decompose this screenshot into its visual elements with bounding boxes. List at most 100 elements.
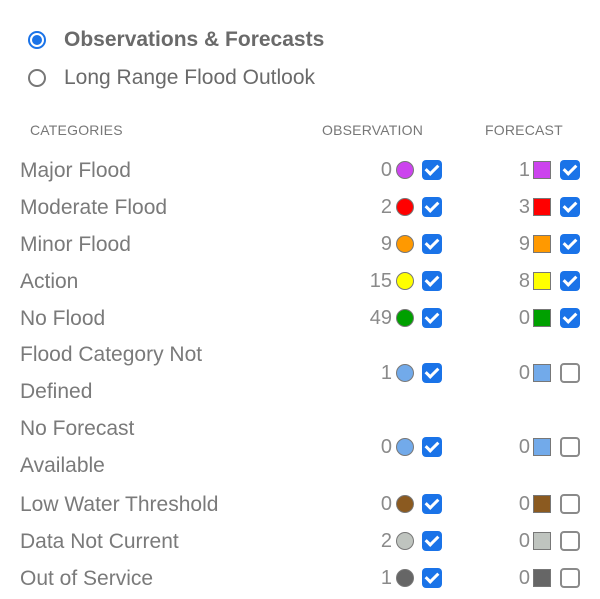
category-label: Minor Flood [20, 233, 131, 256]
category-label: Moderate Flood [20, 196, 168, 219]
forecast-count: 0 [518, 566, 530, 589]
observation-marker-icon [396, 569, 414, 587]
observation-marker-icon [396, 532, 414, 550]
forecast-count: 1 [518, 158, 530, 181]
forecast-cell: 8 [500, 269, 580, 293]
forecast-checkbox[interactable] [560, 531, 580, 551]
forecast-marker-icon [533, 438, 551, 456]
forecast-count: 0 [518, 361, 530, 384]
category-label: No Flood [20, 307, 106, 330]
forecast-cell: 0 [500, 361, 580, 385]
forecast-marker-icon [533, 532, 551, 550]
forecast-marker-icon [533, 198, 551, 216]
category-label: No Forecast [20, 417, 135, 440]
observation-cell: 0 [352, 158, 442, 182]
observation-marker-icon [396, 438, 414, 456]
observation-count: 0 [380, 158, 392, 181]
observation-count: 1 [380, 566, 392, 589]
observation-checkbox[interactable] [422, 271, 442, 291]
forecast-marker-icon [533, 272, 551, 290]
forecast-cell: 0 [500, 306, 580, 330]
forecast-count: 9 [518, 232, 530, 255]
category-label: Low Water Threshold [20, 493, 219, 516]
forecast-checkbox[interactable] [560, 494, 580, 514]
mode-label: Observations & Forecasts [64, 28, 325, 51]
observation-count: 2 [380, 195, 392, 218]
observation-marker-icon [396, 495, 414, 513]
observation-cell: 2 [352, 529, 442, 553]
forecast-count: 0 [518, 435, 530, 458]
observation-checkbox[interactable] [422, 308, 442, 328]
category-label: Defined [20, 380, 93, 403]
mode-option-long-range[interactable]: Long Range Flood Outlook [28, 66, 315, 90]
observation-cell: 15 [352, 269, 442, 293]
observation-marker-icon [396, 235, 414, 253]
forecast-count: 0 [518, 306, 530, 329]
category-label: Out of Service [20, 567, 154, 590]
observation-count: 49 [369, 306, 392, 329]
radio-button-selected[interactable] [28, 31, 46, 49]
forecast-cell: 0 [500, 435, 580, 459]
category-label: Action [20, 270, 79, 293]
forecast-count: 0 [518, 529, 530, 552]
observation-checkbox[interactable] [422, 531, 442, 551]
observation-cell: 0 [352, 435, 442, 459]
observation-count: 2 [380, 529, 392, 552]
forecast-count: 8 [518, 269, 530, 292]
observation-checkbox[interactable] [422, 234, 442, 254]
observation-count: 9 [380, 232, 392, 255]
forecast-checkbox[interactable] [560, 308, 580, 328]
observation-cell: 1 [352, 566, 442, 590]
observation-marker-icon [396, 198, 414, 216]
forecast-marker-icon [533, 235, 551, 253]
forecast-marker-icon [533, 364, 551, 382]
forecast-marker-icon [533, 161, 551, 179]
mode-label: Long Range Flood Outlook [64, 66, 316, 89]
forecast-cell: 1 [500, 158, 580, 182]
forecast-checkbox[interactable] [560, 160, 580, 180]
category-label: Available [20, 454, 105, 477]
observation-checkbox[interactable] [422, 568, 442, 588]
observation-cell: 0 [352, 492, 442, 516]
observation-count: 0 [380, 492, 392, 515]
observation-header: OBSERVATION [322, 122, 423, 138]
observation-marker-icon [396, 364, 414, 382]
forecast-cell: 0 [500, 492, 580, 516]
forecast-marker-icon [533, 569, 551, 587]
forecast-checkbox[interactable] [560, 437, 580, 457]
observation-cell: 9 [352, 232, 442, 256]
forecast-count: 0 [518, 492, 530, 515]
forecast-checkbox[interactable] [560, 234, 580, 254]
categories-header: CATEGORIES [30, 122, 123, 138]
forecast-marker-icon [533, 309, 551, 327]
category-label: Data Not Current [20, 530, 179, 553]
observation-checkbox[interactable] [422, 363, 442, 383]
forecast-checkbox[interactable] [560, 568, 580, 588]
category-label: Flood Category Not [20, 343, 203, 366]
observation-count: 0 [380, 435, 392, 458]
mode-option-observations[interactable]: Observations & Forecasts [28, 28, 324, 52]
observation-checkbox[interactable] [422, 494, 442, 514]
radio-button[interactable] [28, 69, 46, 87]
forecast-count: 3 [518, 195, 530, 218]
forecast-cell: 3 [500, 195, 580, 219]
category-label: Major Flood [20, 159, 131, 182]
observation-checkbox[interactable] [422, 197, 442, 217]
observation-marker-icon [396, 309, 414, 327]
forecast-cell: 0 [500, 529, 580, 553]
forecast-marker-icon [533, 495, 551, 513]
forecast-cell: 0 [500, 566, 580, 590]
observation-count: 1 [380, 361, 392, 384]
observation-cell: 2 [352, 195, 442, 219]
observation-count: 15 [369, 269, 392, 292]
observation-checkbox[interactable] [422, 160, 442, 180]
observation-marker-icon [396, 272, 414, 290]
forecast-cell: 9 [500, 232, 580, 256]
forecast-header: FORECAST [485, 122, 563, 138]
observation-checkbox[interactable] [422, 437, 442, 457]
forecast-checkbox[interactable] [560, 197, 580, 217]
observation-cell: 1 [352, 361, 442, 385]
observation-cell: 49 [352, 306, 442, 330]
forecast-checkbox[interactable] [560, 363, 580, 383]
forecast-checkbox[interactable] [560, 271, 580, 291]
